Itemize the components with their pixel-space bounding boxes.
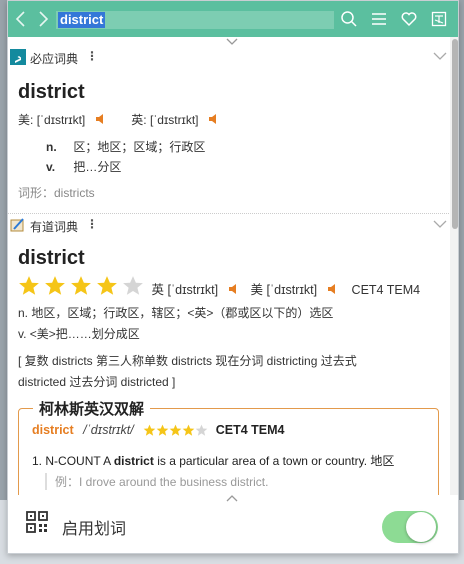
enable-selection-toggle[interactable] bbox=[382, 511, 438, 543]
collins-header-row: district /ˈdɪstrɪkt/ CET4 TEM4 bbox=[32, 423, 284, 437]
pos: v. bbox=[46, 160, 56, 174]
bing-logo-icon bbox=[10, 49, 26, 65]
star-filled-icon bbox=[45, 276, 65, 295]
exam-tags: CET4 TEM4 bbox=[215, 423, 285, 437]
speaker-icon[interactable] bbox=[208, 113, 220, 125]
youdao-def-verb: v. <美>把……划分成区 bbox=[18, 327, 140, 341]
scrollbar-thumb[interactable] bbox=[452, 39, 458, 229]
youdao-logo-icon bbox=[10, 218, 24, 232]
star-filled-icon bbox=[156, 424, 169, 436]
enable-selection-label: 启用划词 bbox=[62, 521, 127, 538]
definition: 区；地区；区域；行政区 bbox=[73, 140, 206, 154]
star-filled-icon bbox=[97, 276, 117, 295]
toggle-knob bbox=[406, 512, 436, 542]
collapse-arrow-icon[interactable] bbox=[222, 37, 242, 47]
collins-title: 柯林斯英汉双解 bbox=[33, 398, 151, 419]
us-label: 美: bbox=[18, 113, 34, 127]
exam-tags: CET4 TEM4 bbox=[351, 283, 421, 297]
dictionary-popup: district 必应词典 ⋮ district 美: [ˈdɪstrɪkt] … bbox=[7, 0, 459, 554]
uk-phonetic: [ˈdɪstrɪkt] bbox=[149, 113, 199, 127]
qr-code-icon[interactable] bbox=[26, 511, 48, 533]
star-filled-icon bbox=[169, 424, 182, 436]
sense-number: 1. bbox=[32, 454, 43, 468]
uk-label: 英: bbox=[131, 113, 147, 127]
us-label: 美 bbox=[250, 283, 264, 297]
back-icon[interactable] bbox=[12, 9, 30, 29]
sense-post: is a particular area of a town or countr… bbox=[157, 454, 395, 468]
bing-def-row: n. 区；地区；区域；行政区 bbox=[46, 138, 205, 155]
sense-word: district bbox=[113, 454, 154, 468]
rating-stars bbox=[143, 423, 208, 437]
collins-phonetic: /ˈdɪstrɪkt/ bbox=[83, 423, 134, 437]
star-filled-icon bbox=[71, 276, 91, 295]
chevron-down-icon[interactable] bbox=[433, 219, 447, 229]
youdao-forms-line: [ 复数 districts 第三人称单数 districts 现在分词 dis… bbox=[18, 354, 357, 368]
rating-stars bbox=[18, 276, 148, 297]
sense-pre: N-COUNT A bbox=[45, 454, 111, 468]
definition: 把…分区 bbox=[73, 160, 122, 174]
dictionary-content: 必应词典 ⋮ district 美: [ˈdɪstrɪkt] 英: [ˈdɪst… bbox=[8, 47, 449, 495]
star-empty-icon bbox=[195, 424, 208, 436]
reading-mode-icon[interactable] bbox=[430, 10, 448, 28]
bing-def-row: v. 把…分区 bbox=[46, 158, 121, 175]
bing-phonetics: 美: [ˈdɪstrɪkt] 英: [ˈdɪstrɪkt] bbox=[18, 111, 220, 128]
youdao-def-noun: n. 地区，区域；行政区，辖区；<英>（郡或区以下的）选区 bbox=[18, 306, 334, 320]
youdao-meta-row: 英 [ˈdɪstrɪkt] 美 [ˈdɪstrɪkt] CET4 TEM4 bbox=[18, 275, 420, 298]
speaker-icon[interactable] bbox=[228, 283, 240, 295]
divider bbox=[8, 213, 449, 214]
more-options-icon[interactable]: ⋮ bbox=[86, 49, 98, 63]
us-phonetic: [ˈdɪstrɪkt] bbox=[266, 283, 318, 297]
forward-icon[interactable] bbox=[34, 9, 52, 29]
bing-header: 必应词典 ⋮ bbox=[8, 47, 449, 69]
bing-dict-name: 必应词典 bbox=[30, 52, 79, 66]
us-phonetic: [ˈdɪstrɪkt] bbox=[36, 113, 86, 127]
youdao-dict-name: 有道词典 bbox=[30, 220, 79, 234]
star-filled-icon bbox=[143, 424, 156, 436]
star-filled-icon bbox=[182, 424, 195, 436]
menu-icon[interactable] bbox=[370, 10, 388, 28]
bing-word-forms: 词形：districts bbox=[18, 186, 95, 200]
expand-arrow-icon[interactable] bbox=[222, 493, 242, 503]
collins-word: district bbox=[32, 423, 74, 437]
collins-section: 柯林斯英汉双解 district /ˈdɪstrɪkt/ CET4 TEM4 1… bbox=[18, 398, 439, 495]
more-options-icon[interactable]: ⋮ bbox=[86, 217, 98, 231]
top-toolbar: district bbox=[8, 1, 458, 37]
search-input[interactable]: district bbox=[58, 12, 106, 28]
uk-phonetic: [ˈdɪstrɪkt] bbox=[167, 283, 219, 297]
search-icon[interactable] bbox=[340, 10, 358, 28]
star-filled-icon bbox=[19, 276, 39, 295]
youdao-word: district bbox=[18, 247, 85, 269]
pos: n. bbox=[46, 140, 57, 154]
collins-sense: 1. N-COUNT A district is a particular ar… bbox=[32, 452, 394, 469]
footer-bar: 启用划词 bbox=[8, 493, 458, 553]
search-field[interactable]: district bbox=[56, 11, 334, 29]
heart-icon[interactable] bbox=[400, 10, 418, 28]
scrollbar[interactable] bbox=[450, 37, 458, 495]
speaker-icon[interactable] bbox=[327, 283, 339, 295]
speaker-icon[interactable] bbox=[95, 113, 107, 125]
chevron-down-icon[interactable] bbox=[433, 51, 447, 61]
youdao-forms-line: districted 过去分词 districted ] bbox=[18, 375, 176, 389]
uk-label: 英 bbox=[151, 283, 164, 297]
bing-word: district bbox=[18, 81, 85, 103]
youdao-header: 有道词典 ⋮ bbox=[8, 215, 449, 237]
collins-example: 例：I drove around the business district. bbox=[45, 473, 268, 490]
star-empty-icon bbox=[123, 276, 143, 295]
